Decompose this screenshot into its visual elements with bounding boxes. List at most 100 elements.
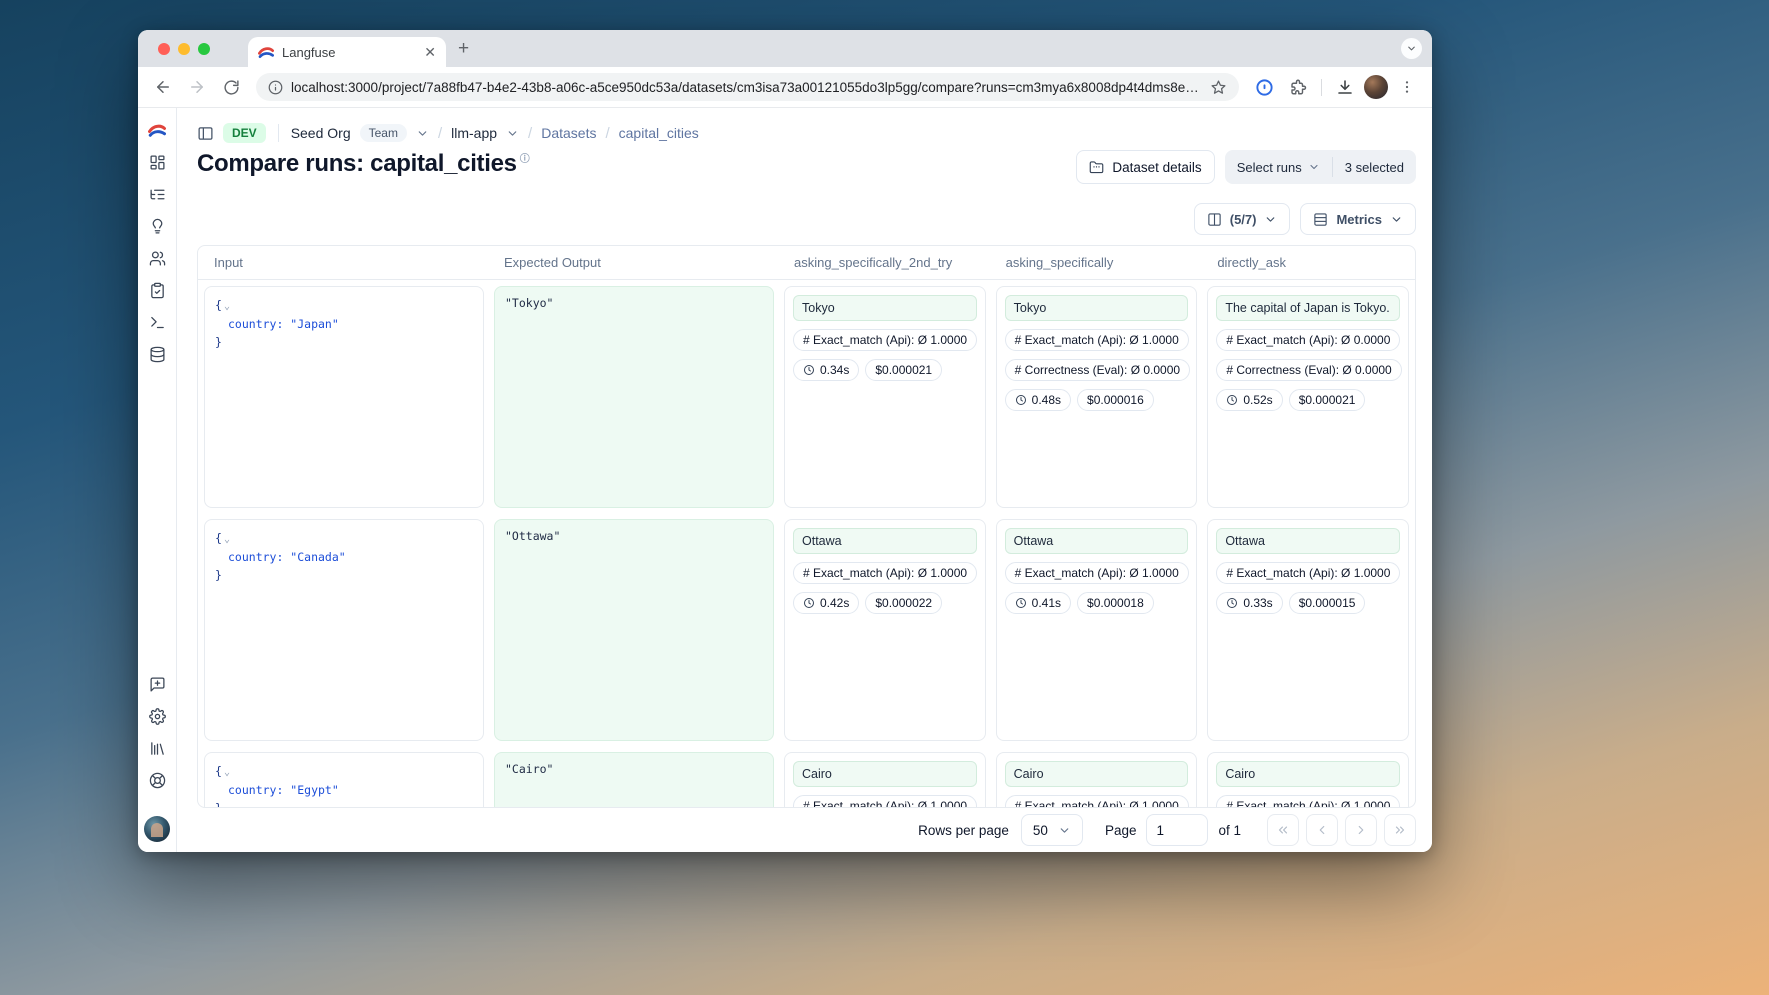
minimize-window-button[interactable] bbox=[178, 43, 190, 55]
org-switcher-button[interactable] bbox=[416, 127, 429, 140]
dashboard-icon[interactable] bbox=[149, 154, 166, 171]
run-output[interactable]: The capital of Japan is Tokyo. bbox=[1216, 295, 1400, 321]
settings-icon[interactable] bbox=[149, 708, 166, 725]
tracing-icon[interactable] bbox=[149, 186, 166, 203]
app-sidebar bbox=[138, 108, 177, 852]
select-runs-button[interactable]: Select runs bbox=[1225, 160, 1332, 175]
new-tab-button[interactable]: + bbox=[458, 39, 469, 58]
info-icon[interactable]: ⓘ bbox=[520, 154, 530, 165]
columns-icon bbox=[1207, 212, 1222, 227]
chevron-right-icon bbox=[1354, 823, 1368, 837]
table-controls: (5/7) Metrics bbox=[197, 203, 1416, 235]
back-button[interactable] bbox=[148, 72, 178, 102]
browser-profile-avatar[interactable] bbox=[1364, 75, 1388, 99]
run-output[interactable]: Cairo bbox=[793, 761, 977, 787]
rows-per-page-label: Rows per page bbox=[918, 823, 1009, 838]
bookmark-star-icon[interactable] bbox=[1210, 79, 1227, 96]
run-cell[interactable]: Ottawa # Exact_match (Api): Ø 1.0000 0.3… bbox=[1207, 519, 1409, 741]
clock-icon bbox=[1015, 394, 1027, 406]
breadcrumb-project[interactable]: llm-app bbox=[451, 125, 497, 141]
previous-page-button[interactable] bbox=[1306, 814, 1338, 846]
extensions-icon[interactable] bbox=[1283, 72, 1313, 102]
page-number-input[interactable] bbox=[1146, 814, 1208, 846]
browser-tabstrip: Langfuse ✕ + bbox=[138, 30, 1432, 67]
expected-output-cell[interactable]: "Tokyo" bbox=[494, 286, 774, 508]
chevron-down-icon bbox=[506, 127, 519, 140]
column-visibility-button[interactable]: (5/7) bbox=[1194, 203, 1291, 235]
run-cell[interactable]: Ottawa # Exact_match (Api): Ø 1.0000 0.4… bbox=[996, 519, 1198, 741]
breadcrumb-datasets-link[interactable]: Datasets bbox=[541, 125, 596, 141]
arrow-left-icon bbox=[154, 78, 172, 96]
run-output[interactable]: Cairo bbox=[1216, 761, 1400, 787]
sidebar-toggle-button[interactable] bbox=[197, 125, 214, 142]
input-cell[interactable]: {⌄ country: "Japan" } bbox=[204, 286, 484, 508]
json-line: country: "Egypt" bbox=[215, 781, 473, 799]
url-bar[interactable]: localhost:3000/project/7a88fb47-b4e2-43b… bbox=[256, 73, 1239, 101]
project-switcher-button[interactable] bbox=[506, 127, 519, 140]
docs-icon[interactable] bbox=[149, 740, 166, 757]
rows-per-page-select[interactable]: 50 bbox=[1021, 814, 1083, 846]
tab-search-button[interactable] bbox=[1401, 38, 1422, 59]
run-cell[interactable]: Cairo # Exact_match (Api): Ø 1.0000 bbox=[1207, 752, 1409, 807]
downloads-button[interactable] bbox=[1330, 72, 1360, 102]
site-info-icon[interactable] bbox=[268, 80, 283, 95]
metrics-button[interactable]: Metrics bbox=[1300, 203, 1416, 235]
run-output[interactable]: Ottawa bbox=[1216, 528, 1400, 554]
expected-output-cell[interactable]: "Cairo" bbox=[494, 752, 774, 807]
forward-button[interactable] bbox=[182, 72, 212, 102]
score-badge: # Exact_match (Api): Ø 1.0000 bbox=[793, 562, 977, 584]
rows-per-page-value: 50 bbox=[1033, 823, 1048, 838]
browser-window: Langfuse ✕ + localhost:3000/project/7a88… bbox=[138, 30, 1432, 852]
run-output[interactable]: Tokyo bbox=[793, 295, 977, 321]
evaluations-icon[interactable] bbox=[149, 282, 166, 299]
expected-output-cell[interactable]: "Ottawa" bbox=[494, 519, 774, 741]
column-visibility-label: (5/7) bbox=[1230, 212, 1257, 227]
url-text[interactable]: localhost:3000/project/7a88fb47-b4e2-43b… bbox=[291, 80, 1202, 95]
header-actions: Dataset details Select runs 3 selected bbox=[1076, 150, 1416, 184]
run-cell[interactable]: Tokyo # Exact_match (Api): Ø 1.0000 # Co… bbox=[996, 286, 1198, 508]
langfuse-logo[interactable] bbox=[148, 121, 166, 139]
feedback-icon[interactable] bbox=[149, 676, 166, 693]
run-cell[interactable]: Cairo # Exact_match (Api): Ø 1.0000 bbox=[996, 752, 1198, 807]
run-cell[interactable]: Cairo # Exact_match (Api): Ø 1.0000 bbox=[784, 752, 986, 807]
dataset-details-button[interactable]: Dataset details bbox=[1076, 150, 1214, 184]
run-output[interactable]: Ottawa bbox=[793, 528, 977, 554]
breadcrumb-dataset-name[interactable]: capital_cities bbox=[619, 125, 699, 141]
run-cell[interactable]: The capital of Japan is Tokyo. # Exact_m… bbox=[1207, 286, 1409, 508]
next-page-button[interactable] bbox=[1345, 814, 1377, 846]
latency-value: 0.41s bbox=[1032, 596, 1061, 610]
selected-count-badge: 3 selected bbox=[1333, 160, 1416, 175]
run-output[interactable]: Cairo bbox=[1005, 761, 1189, 787]
input-cell[interactable]: {⌄ country: "Egypt" } bbox=[204, 752, 484, 807]
collapse-json-icon[interactable]: ⌄ bbox=[224, 301, 230, 312]
breadcrumb-org[interactable]: Seed Org bbox=[291, 125, 351, 141]
chevron-down-icon bbox=[1406, 43, 1417, 54]
run-output[interactable]: Tokyo bbox=[1005, 295, 1189, 321]
collapse-json-icon[interactable]: ⌄ bbox=[224, 534, 230, 545]
score-badge: # Exact_match (Api): Ø 1.0000 bbox=[1216, 562, 1400, 584]
run-cell[interactable]: Ottawa # Exact_match (Api): Ø 1.0000 0.4… bbox=[784, 519, 986, 741]
run-cell[interactable]: Tokyo # Exact_match (Api): Ø 1.0000 0.34… bbox=[784, 286, 986, 508]
collapse-json-icon[interactable]: ⌄ bbox=[224, 767, 230, 778]
last-page-button[interactable] bbox=[1384, 814, 1416, 846]
playground-icon[interactable] bbox=[149, 314, 166, 331]
user-avatar[interactable] bbox=[144, 816, 170, 842]
json-close-brace: } bbox=[215, 801, 222, 807]
tab-close-icon[interactable]: ✕ bbox=[424, 45, 436, 59]
column-header-expected-output: Expected Output bbox=[494, 255, 774, 270]
first-page-button[interactable] bbox=[1267, 814, 1299, 846]
browser-menu-button[interactable] bbox=[1392, 72, 1422, 102]
users-icon[interactable] bbox=[149, 250, 166, 267]
datasets-icon[interactable] bbox=[149, 346, 166, 363]
window-controls[interactable] bbox=[158, 43, 210, 55]
zoom-window-button[interactable] bbox=[198, 43, 210, 55]
input-cell[interactable]: {⌄ country: "Canada" } bbox=[204, 519, 484, 741]
kebab-menu-icon bbox=[1399, 79, 1415, 95]
password-manager-icon[interactable] bbox=[1249, 72, 1279, 102]
close-window-button[interactable] bbox=[158, 43, 170, 55]
run-output[interactable]: Ottawa bbox=[1005, 528, 1189, 554]
support-icon[interactable] bbox=[149, 772, 166, 789]
prompts-icon[interactable] bbox=[149, 218, 166, 235]
reload-button[interactable] bbox=[216, 72, 246, 102]
browser-tab[interactable]: Langfuse ✕ bbox=[248, 37, 446, 67]
